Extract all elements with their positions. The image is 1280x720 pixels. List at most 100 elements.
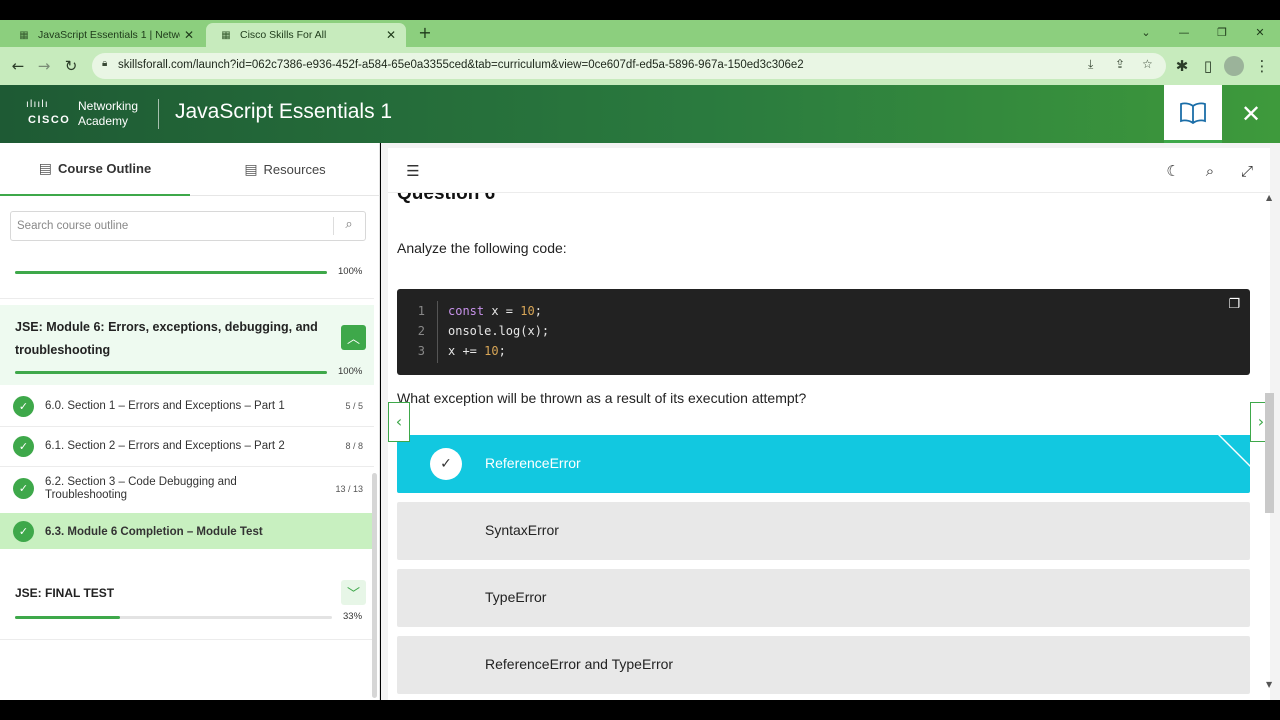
check-circle-icon: ✓ <box>13 396 34 417</box>
check-icon: ✓ <box>430 448 462 480</box>
section-item[interactable]: ✓ 6.0. Section 1 – Errors and Exceptions… <box>0 386 374 426</box>
logo-line2: Academy <box>78 114 129 128</box>
divider <box>0 298 374 299</box>
header-divider <box>158 99 159 129</box>
course-header: ılıılı CISCO Networking Academy JavaScri… <box>0 85 1280 143</box>
chevron-down-icon[interactable]: ﹀ <box>341 580 366 605</box>
outline-icon: ▤ <box>38 160 53 177</box>
scroll-down-icon[interactable]: ▼ <box>1266 680 1272 689</box>
course-outline-sidebar: ▤ Course Outline ▤ Resources ⌕ 100% JSE:… <box>0 143 380 700</box>
back-icon[interactable]: ← <box>8 56 28 76</box>
option-label: ReferenceError <box>485 455 581 471</box>
section-count: 5 / 5 <box>345 401 363 411</box>
browser-tab-bar: ▦ JavaScript Essentials 1 | Networki ✕ ▦… <box>0 20 1280 47</box>
tab-resources[interactable]: ▤ Resources <box>190 143 380 196</box>
course-title: JavaScript Essentials 1 <box>175 100 393 123</box>
module-title: JSE: Module 6: Errors, exceptions, debug… <box>15 320 318 357</box>
scroll-up-icon[interactable]: ▲ <box>1266 193 1272 202</box>
maximize-icon[interactable]: ❐ <box>1212 24 1232 42</box>
window-close-icon[interactable]: ✕ <box>1250 24 1270 42</box>
code-line: x += 10; <box>448 344 506 358</box>
section-label: 6.0. Section 1 – Errors and Exceptions –… <box>45 400 285 412</box>
question-text: What exception will be thrown as a resul… <box>397 390 807 406</box>
logo-line1: Networking <box>78 99 139 113</box>
browser-tab-2[interactable]: ▦ Cisco Skills For All ✕ <box>206 23 406 47</box>
section-item[interactable]: ✓ 6.2. Section 3 – Code Debugging and Tr… <box>0 466 374 512</box>
code-block: ❐ 1 const x = 10; 2 onsole.log(x); 3 x += 10; <box>397 289 1250 375</box>
code-token: 10 <box>484 344 499 358</box>
address-bar[interactable]: 🔒︎ skillsforall.com/launch?id=062c7386-e… <box>92 53 1166 79</box>
copy-icon[interactable]: ❐ <box>1228 297 1240 312</box>
chevron-up-icon[interactable]: ︿ <box>341 325 366 350</box>
browser-menu-icon[interactable]: ⋮ <box>1252 56 1272 76</box>
fullscreen-icon[interactable]: ⤢ <box>1237 161 1257 181</box>
question-panel: Question 6 Analyze the following code: ❐… <box>388 148 1270 700</box>
section-label: 6.2. Section 3 – Code Debugging and Trou… <box>45 476 237 501</box>
option-label: TypeError <box>485 589 547 605</box>
browser-tab-1[interactable]: ▦ JavaScript Essentials 1 | Networki ✕ <box>4 23 204 47</box>
search-icon[interactable]: ⌕ <box>1200 161 1220 181</box>
forward-icon[interactable]: → <box>34 56 54 76</box>
chevron-left-icon: ‹ <box>395 412 403 431</box>
code-token: 10 <box>520 304 535 318</box>
code-token: const <box>448 304 485 318</box>
answer-option-4[interactable]: ReferenceError and TypeError <box>397 636 1250 694</box>
lock-icon: 🔒︎ <box>102 58 108 69</box>
previous-page-button[interactable]: ‹ <box>388 402 410 442</box>
tab-course-outline[interactable]: ▤ Course Outline <box>0 143 190 196</box>
prev-module-progress-text: 100% <box>338 266 363 277</box>
divider <box>0 639 374 640</box>
new-tab-icon[interactable]: + <box>416 24 434 42</box>
module-6-header[interactable]: JSE: Module 6: Errors, exceptions, debug… <box>0 305 374 385</box>
cisco-networking-academy-logo[interactable]: ılıılı CISCO Networking Academy <box>24 97 144 131</box>
code-line-number: 1 <box>417 304 425 318</box>
final-test-progress-text: 33% <box>343 611 363 622</box>
tab-close-icon[interactable]: ✕ <box>382 28 400 42</box>
question-prompt: Analyze the following code: <box>397 240 567 256</box>
scroll-thumb[interactable] <box>1265 393 1274 513</box>
section-count: 8 / 8 <box>345 441 363 451</box>
section-count: 13 / 13 <box>335 484 363 494</box>
minimize-icon[interactable]: — <box>1174 24 1194 42</box>
reload-icon[interactable]: ↻ <box>61 56 81 76</box>
tab-close-icon[interactable]: ✕ <box>180 28 198 42</box>
sidebar-tabs: ▤ Course Outline ▤ Resources <box>0 143 380 196</box>
content-area: Question 6 Analyze the following code: ❐… <box>381 143 1280 700</box>
option-label: SyntaxError <box>485 522 559 538</box>
extensions-icon[interactable]: ✱ <box>1172 56 1192 76</box>
final-test-title[interactable]: JSE: FINAL TEST <box>15 586 114 600</box>
code-token: x += <box>448 344 485 358</box>
module-progress-bar <box>15 371 327 374</box>
search-icon[interactable]: ⌕ <box>339 217 359 235</box>
answer-option-1[interactable]: ✓ ReferenceError <box>397 435 1250 493</box>
tab-favicon-icon: ▦ <box>19 29 29 41</box>
install-app-icon[interactable]: ⤓ <box>1088 57 1093 72</box>
option-label: ReferenceError and TypeError <box>485 656 674 672</box>
profile-avatar[interactable] <box>1224 56 1244 76</box>
code-line: const x = 10; <box>448 304 542 318</box>
answer-option-2[interactable]: SyntaxError <box>397 502 1250 560</box>
code-token: ; <box>534 304 542 318</box>
tab-favicon-icon: ▦ <box>221 29 231 41</box>
search-input[interactable] <box>11 212 333 240</box>
url-text[interactable]: skillsforall.com/launch?id=062c7386-e936… <box>118 59 804 71</box>
check-circle-icon: ✓ <box>13 478 34 499</box>
content-scrollbar[interactable]: ▲ ▼ <box>1265 193 1275 693</box>
corner-fold-inner <box>1220 435 1250 465</box>
tab-search-chevron-icon[interactable]: ⌄ <box>1136 24 1156 42</box>
bookmark-star-icon[interactable]: ☆ <box>1142 57 1153 71</box>
collapse-sidebar-icon[interactable]: ☰ <box>403 161 423 181</box>
sidebar-scrollbar[interactable] <box>372 473 377 698</box>
dark-mode-moon-icon[interactable]: ☾ <box>1163 161 1183 181</box>
section-item-active[interactable]: ✓ 6.3. Module 6 Completion – Module Test <box>0 513 374 549</box>
answer-option-3[interactable]: TypeError <box>397 569 1250 627</box>
course-book-button[interactable] <box>1164 85 1222 143</box>
section-item[interactable]: ✓ 6.1. Section 2 – Errors and Exceptions… <box>0 426 374 466</box>
module-progress-text: 100% <box>338 366 363 377</box>
code-token: onsole.log(x); <box>448 324 550 338</box>
tab-title: JavaScript Essentials 1 | Networki <box>38 29 180 41</box>
tab-label: Resources <box>263 162 326 177</box>
close-course-button[interactable]: ✕ <box>1226 85 1276 143</box>
side-panel-icon[interactable]: ▯ <box>1198 56 1218 76</box>
share-icon[interactable]: ⇪ <box>1115 57 1125 71</box>
